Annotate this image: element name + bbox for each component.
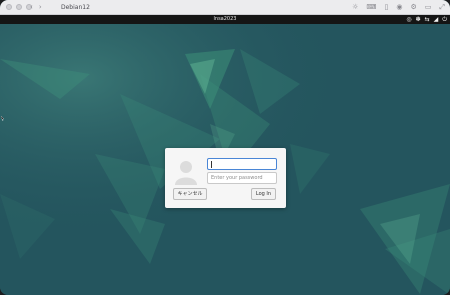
usb-icon[interactable]: ▯ (385, 2, 389, 13)
power-icon[interactable]: ⏻ (442, 15, 447, 24)
brightness-icon[interactable]: ☼ (352, 2, 358, 13)
clock-label[interactable]: lnsa2023 (0, 15, 450, 24)
back-icon[interactable]: ‹ (30, 2, 33, 13)
fullscreen-icon[interactable]: ⤢ (439, 2, 445, 13)
mouse-pointer-icon (1, 116, 4, 121)
sidebar-icon[interactable]: ▭ (425, 2, 432, 13)
cancel-button[interactable]: キャンセル (173, 188, 207, 200)
password-input[interactable]: Enter your password (207, 172, 277, 184)
volume-icon[interactable]: ◢ (434, 15, 439, 24)
desktop-wallpaper: Enter your password キャンセル Log In (0, 24, 450, 295)
toolbar-nav: ‹ › (30, 2, 42, 13)
camera-icon[interactable]: ◉ (396, 2, 402, 13)
minimize-window-button[interactable] (16, 4, 22, 10)
user-avatar-icon (175, 161, 197, 185)
settings-icon[interactable]: ⚙ (410, 2, 416, 13)
system-tray: ◎ ✽ ⇆ ◢ ⏻ (406, 15, 447, 24)
close-window-button[interactable] (6, 4, 12, 10)
username-input[interactable] (207, 158, 277, 170)
forward-icon[interactable]: › (39, 2, 42, 13)
accessibility-icon[interactable]: ◎ (406, 15, 411, 24)
vm-window: ‹ › Debian12 ☼ ⌨ ▯ ◉ ⚙ ▭ ⤢ lnsa2023 ◎ ✽ … (0, 0, 450, 295)
desktop-top-bar: lnsa2023 ◎ ✽ ⇆ ◢ ⏻ (0, 15, 450, 24)
window-title: Debian12 (61, 4, 90, 11)
window-toolbar: ‹ › Debian12 ☼ ⌨ ▯ ◉ ⚙ ▭ ⤢ (0, 0, 450, 15)
traffic-lights (6, 4, 32, 10)
login-button[interactable]: Log In (251, 188, 276, 200)
keyboard-icon[interactable]: ⌨ (366, 2, 376, 13)
toolbar-right-icons: ☼ ⌨ ▯ ◉ ⚙ ▭ ⤢ (352, 2, 445, 13)
text-caret (211, 161, 212, 168)
accessibility-icon[interactable]: ✽ (416, 15, 421, 24)
network-icon[interactable]: ⇆ (425, 15, 430, 24)
login-dialog: Enter your password キャンセル Log In (165, 148, 286, 208)
